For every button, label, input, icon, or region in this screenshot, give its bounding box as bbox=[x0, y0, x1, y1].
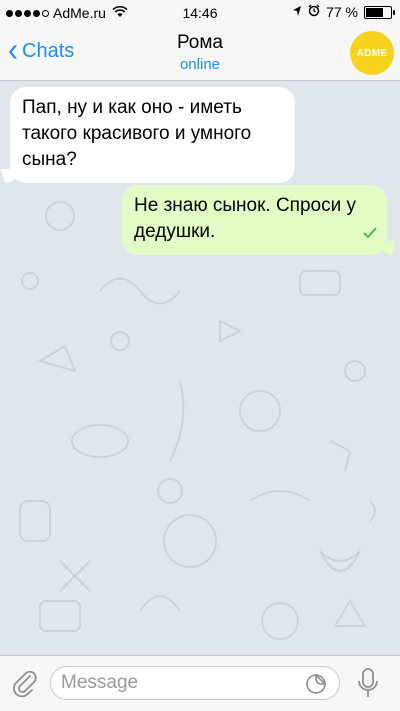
check-icon bbox=[363, 221, 377, 247]
message-input[interactable] bbox=[50, 666, 340, 700]
chat-header: ‹ Chats Рома online ADME bbox=[0, 26, 400, 81]
voice-message-button[interactable] bbox=[357, 667, 379, 699]
message-text: Не знаю сынок. Спроси у дедушки. bbox=[134, 195, 356, 242]
alarm-icon bbox=[308, 4, 320, 20]
attach-button[interactable] bbox=[10, 668, 40, 698]
location-icon bbox=[292, 4, 302, 20]
back-button[interactable]: ‹ Chats bbox=[8, 32, 75, 69]
sticker-button[interactable] bbox=[305, 673, 327, 695]
battery-icon bbox=[364, 5, 395, 19]
microphone-icon bbox=[358, 668, 378, 697]
message-incoming[interactable]: Пап, ну и как оно - иметь такого красиво… bbox=[10, 87, 295, 183]
status-bar: AdMe.ru 14:46 77 % bbox=[0, 0, 400, 26]
avatar[interactable]: ADME bbox=[350, 31, 394, 75]
battery-percent: 77 % bbox=[326, 4, 358, 20]
message-outgoing[interactable]: Не знаю сынок. Спроси у дедушки. bbox=[122, 185, 387, 255]
back-label: Chats bbox=[22, 39, 75, 62]
battery-level bbox=[366, 7, 383, 17]
sticker-icon bbox=[306, 674, 326, 694]
chat-title[interactable]: Рома online bbox=[100, 32, 300, 73]
paperclip-icon bbox=[13, 670, 37, 698]
contact-name: Рома bbox=[176, 32, 224, 53]
contact-status: online bbox=[179, 56, 221, 73]
composer-bar bbox=[0, 655, 400, 711]
chevron-left-icon: ‹ bbox=[8, 32, 18, 69]
status-right: 77 % bbox=[292, 4, 395, 20]
avatar-text: ADME bbox=[356, 47, 388, 59]
message-text: Пап, ну и как оно - иметь такого красиво… bbox=[22, 97, 252, 170]
message-list[interactable]: Пап, ну и как оно - иметь такого красиво… bbox=[0, 81, 400, 655]
